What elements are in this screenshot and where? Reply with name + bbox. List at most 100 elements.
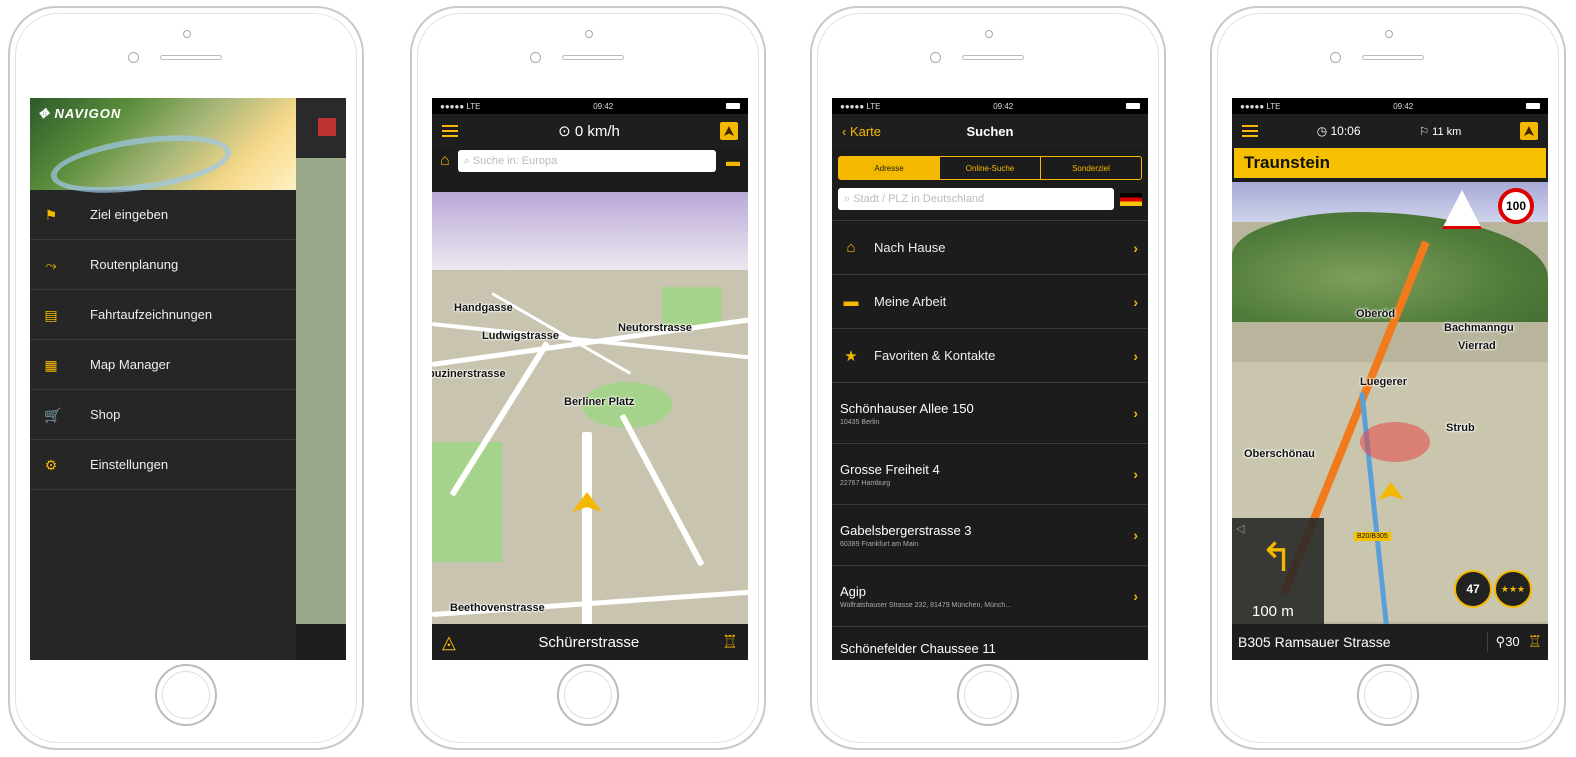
list-item-label: Meine Arbeit bbox=[874, 294, 947, 309]
map-label: Neutorstrasse bbox=[618, 322, 692, 334]
map-label: Strub bbox=[1446, 422, 1475, 434]
screen: ●●●●● LTE 09:42 ⊙ 0 km/h ⌂ ⌕ Suche in: E… bbox=[432, 98, 748, 660]
flag-germany-icon[interactable] bbox=[1120, 192, 1142, 206]
status-bar: ●●●●● LTE 09:42 bbox=[1232, 98, 1548, 114]
current-street: Schürerstrasse bbox=[538, 633, 640, 651]
turn-distance: 100 m bbox=[1252, 603, 1294, 620]
phone-search: ●●●●● LTE 09:42 ‹ Karte Suchen Adresse O… bbox=[810, 6, 1166, 750]
list-item-label: Favoriten & Kontakte bbox=[874, 348, 996, 363]
phone-map: ●●●●● LTE 09:42 ⊙ 0 km/h ⌂ ⌕ Suche in: E… bbox=[410, 6, 766, 750]
search-input[interactable]: ⌕ Stadt / PLZ in Deutschland bbox=[838, 188, 1114, 210]
map-label: Vierrad bbox=[1458, 340, 1496, 352]
tab-sonderziel[interactable]: Sonderziel bbox=[1041, 157, 1141, 179]
earpiece bbox=[962, 55, 1024, 60]
road-shield: B20/B305 bbox=[1354, 532, 1391, 541]
turn-arrow-icon: ↰ bbox=[1260, 536, 1294, 580]
destination-name: Traunstein bbox=[1244, 153, 1330, 172]
list-item[interactable]: ★ Favoriten & Kontakte › bbox=[832, 329, 1148, 383]
front-camera bbox=[1385, 30, 1393, 38]
phone-menu: ✥ NAVIGON ⚑ Ziel eingeben ⤳ Routenplanung … bbox=[8, 6, 364, 750]
battery-icon bbox=[726, 103, 740, 109]
menu-item-shop[interactable]: 🛒 Shop bbox=[30, 390, 296, 440]
menu-item-ziel[interactable]: ⚑ Ziel eingeben bbox=[30, 190, 296, 240]
top-bar: ◷ 10:06 ⚐ 11 km bbox=[1232, 114, 1548, 148]
chevron-right-icon: › bbox=[1133, 239, 1138, 256]
carrier: ●●●●● LTE bbox=[440, 101, 481, 111]
map-label: Luegerer bbox=[1360, 376, 1408, 388]
screen: ●●●●● LTE 09:42 ◷ 10:06 ⚐ 11 km Traunste… bbox=[1232, 98, 1548, 660]
home-icon[interactable]: ⌂ bbox=[440, 152, 450, 170]
list-item-label: Nach Hause bbox=[874, 240, 946, 255]
map-label: Berliner Platz bbox=[564, 396, 635, 408]
menu-item-einstellungen[interactable]: ⚙ Einstellungen bbox=[30, 440, 296, 490]
rating-icon[interactable]: ★★★ bbox=[1494, 570, 1532, 608]
search-row: ⌕ Stadt / PLZ in Deutschland bbox=[838, 188, 1142, 210]
list-item-title: Schönefelder Chaussee 11 bbox=[840, 641, 996, 656]
tab-online-suche[interactable]: Online-Suche bbox=[940, 157, 1041, 179]
menu-label: Shop bbox=[90, 407, 121, 422]
menu-banner: ✥ NAVIGON bbox=[30, 98, 296, 203]
list-item[interactable]: Agip Wolfratshauser Strasse 232, 81479 M… bbox=[832, 566, 1148, 627]
side-menu: ✥ NAVIGON ⚑ Ziel eingeben ⤳ Routenplanung … bbox=[30, 98, 296, 660]
earpiece bbox=[160, 55, 222, 60]
list-item[interactable]: Schönefelder Chaussee 11 bbox=[832, 627, 1148, 660]
route-options-icon[interactable]: ♖ bbox=[1528, 632, 1542, 652]
search-input[interactable]: ⌕ Suche in: Europa bbox=[457, 150, 716, 172]
screen: ●●●●● LTE 09:42 ‹ Karte Suchen Adresse O… bbox=[832, 98, 1148, 660]
mute-icon[interactable]: ◁ bbox=[1236, 522, 1244, 535]
eta-display: ◷ 10:06 bbox=[1316, 124, 1361, 138]
back-button[interactable]: ‹ Karte bbox=[842, 124, 881, 139]
list-item-title: Schönhauser Allee 150 bbox=[840, 400, 974, 416]
map-view[interactable]: 100 Oberöd Bachmanngu Vierrad Luegerer S… bbox=[1232, 182, 1548, 624]
map-label: puzinerstrasse bbox=[432, 368, 506, 380]
list-item[interactable]: ▬ Meine Arbeit › bbox=[832, 275, 1148, 329]
sensor bbox=[530, 52, 541, 63]
tab-adresse[interactable]: Adresse bbox=[839, 157, 940, 179]
sensor bbox=[930, 52, 941, 63]
status-bar: ●●●●● LTE 09:42 bbox=[832, 98, 1148, 114]
phone-guidance: ●●●●● LTE 09:42 ◷ 10:06 ⚐ 11 km Traunste… bbox=[1210, 6, 1566, 750]
front-camera bbox=[585, 30, 593, 38]
menu-item-fahrtaufzeichnungen[interactable]: ▤ Fahrtaufzeichnungen bbox=[30, 290, 296, 340]
clock: 09:42 bbox=[1393, 101, 1414, 111]
result-list: ⌂ Nach Hause › ▬ Meine Arbeit › ★ Favoriten &… bbox=[832, 220, 1148, 660]
briefcase-icon[interactable]: ▬ bbox=[726, 153, 740, 169]
chevron-right-icon: › bbox=[1133, 588, 1138, 604]
list-item[interactable]: Schönhauser Allee 150 10435 Berlin › bbox=[832, 383, 1148, 444]
home-button[interactable] bbox=[557, 664, 619, 726]
home-button[interactable] bbox=[957, 664, 1019, 726]
menu-item-routenplanung[interactable]: ⤳ Routenplanung bbox=[30, 240, 296, 290]
list-item[interactable]: ⌂ Nach Hause › bbox=[832, 221, 1148, 275]
menu-icon[interactable] bbox=[442, 125, 458, 137]
compass-icon[interactable]: ◬ bbox=[442, 632, 456, 653]
sensor bbox=[1330, 52, 1341, 63]
current-street: B305 Ramsauer Strasse bbox=[1238, 634, 1391, 650]
clock: 09:42 bbox=[593, 101, 614, 111]
home-button[interactable] bbox=[155, 664, 217, 726]
count-display: ⚲30 bbox=[1495, 634, 1520, 649]
route-options-icon[interactable]: ♖ bbox=[722, 632, 738, 653]
navigation-mode-icon[interactable] bbox=[1519, 122, 1538, 140]
chevron-right-icon: › bbox=[1133, 527, 1138, 543]
menu-item-map-manager[interactable]: ▦ Map Manager bbox=[30, 340, 296, 390]
list-item-subtitle: 60389 Frankfurt am Main bbox=[840, 540, 919, 548]
earpiece bbox=[562, 55, 624, 60]
search-tabs: Adresse Online-Suche Sonderziel bbox=[838, 156, 1142, 180]
list-item[interactable]: Grosse Freiheit 4 22767 Hamburg › bbox=[832, 444, 1148, 505]
star-icon: ★ bbox=[844, 347, 858, 365]
map-label: Bachmanngu bbox=[1444, 322, 1514, 334]
map-view[interactable]: Handgasse Ludwigstrasse Neutorstrasse pu… bbox=[432, 192, 748, 624]
map-label: Ludwigstrasse bbox=[482, 330, 560, 342]
map-label: Handgasse bbox=[454, 302, 513, 314]
destination-banner: Traunstein bbox=[1234, 148, 1546, 178]
menu-label: Einstellungen bbox=[90, 457, 169, 472]
navigation-mode-icon[interactable] bbox=[719, 122, 738, 140]
top-bar: ‹ Karte Suchen bbox=[832, 114, 1148, 148]
list-item[interactable]: Gabelsbergerstrasse 3 60389 Frankfurt am… bbox=[832, 505, 1148, 566]
menu-label: Fahrtaufzeichnungen bbox=[90, 307, 213, 322]
chevron-right-icon: › bbox=[1133, 405, 1138, 421]
flag-icon: ⚑ bbox=[44, 206, 58, 223]
search-row: ⌂ ⌕ Suche in: Europa ▬ bbox=[440, 150, 740, 172]
home-button[interactable] bbox=[1357, 664, 1419, 726]
menu-icon[interactable] bbox=[1242, 125, 1258, 137]
